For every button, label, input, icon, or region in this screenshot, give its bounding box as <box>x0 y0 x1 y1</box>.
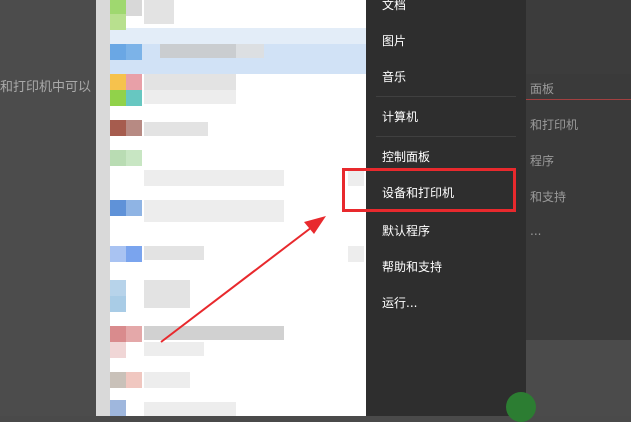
annotation-arrow-line <box>160 223 317 343</box>
annotation-arrow <box>160 216 326 343</box>
